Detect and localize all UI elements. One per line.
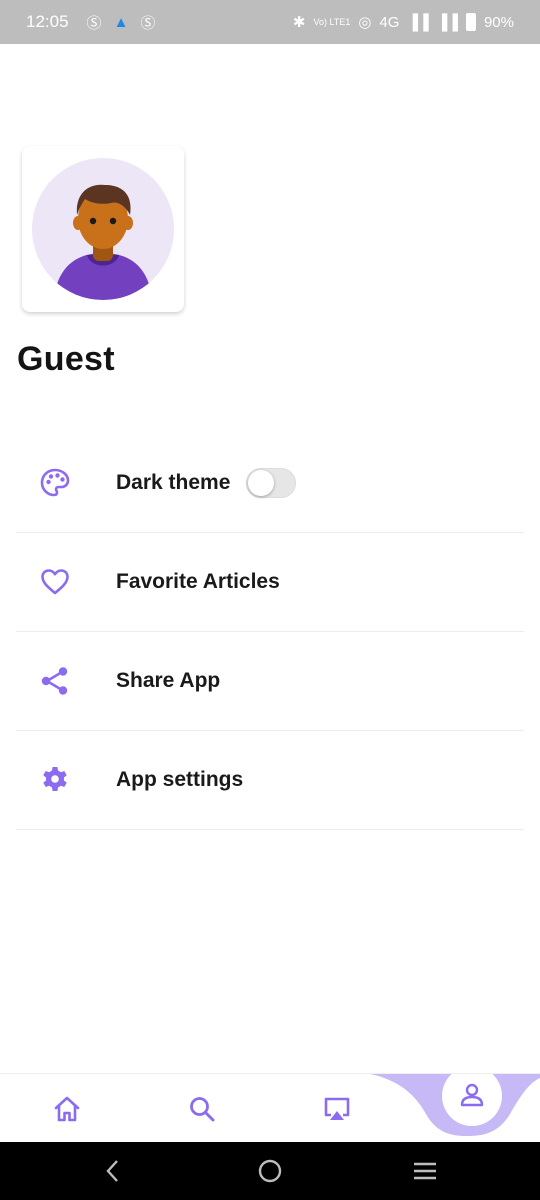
home-icon [54,1096,80,1122]
back-chevron-icon [106,1160,118,1182]
notification-triangle-icon: ▲ [113,13,129,31]
dark-theme-toggle[interactable] [246,468,297,498]
airplay-icon [324,1097,350,1120]
menu-item-label: Dark theme [116,471,231,494]
home-circle-icon [258,1159,282,1183]
battery-icon [465,13,476,31]
profile-name: Guest [17,340,115,378]
menu-item-label: Share App [116,669,221,692]
profile-icon [460,1083,484,1107]
menu-lines-icon [414,1162,436,1180]
status-bar: 12:05 Ⓢ ▲ Ⓢ ✱ Vo) LTE1 ◎ 4G ▐▐ ▐▐ 90% [0,0,540,44]
toggle-knob [248,470,275,496]
system-recents-button[interactable] [410,1156,440,1186]
notification-s-icon-2: Ⓢ [140,14,156,32]
gear-icon [16,764,96,796]
system-back-button[interactable] [98,1156,128,1186]
notification-s-icon: Ⓢ [86,14,102,32]
volte-indicator: Vo) LTE1 [313,16,351,27]
menu-item-label: App settings [116,768,244,791]
notification-icons: Ⓢ ▲ Ⓢ [87,12,156,33]
bluetooth-icon: ✱ [292,14,306,31]
battery-percent: 90% [483,13,514,31]
menu-item-favorite-articles[interactable]: Favorite Articles [16,533,524,632]
avatar-illustration-icon [32,158,174,300]
share-icon [16,665,96,697]
signal-icon: ▐▐ [407,13,429,31]
heart-icon [16,566,96,598]
nav-home-button[interactable] [50,1092,84,1126]
settings-menu: Dark theme Favorite Articles Share App A… [16,434,524,830]
system-navigation-bar [0,1142,540,1200]
nav-search-button[interactable] [185,1092,219,1126]
nav-cast-button[interactable] [320,1092,354,1126]
system-home-button[interactable] [255,1156,285,1186]
hotspot-icon: ◎ [358,14,372,31]
avatar[interactable] [22,146,184,312]
menu-item-label: Favorite Articles [116,570,280,593]
menu-item-share-app[interactable]: Share App [16,632,524,731]
nav-profile-button[interactable] [455,1078,489,1112]
signal-icon-2: ▐▐ [436,13,458,31]
bottom-navigation [0,1073,540,1142]
palette-icon [16,467,96,499]
status-time: 12:05 [26,12,69,31]
search-icon [190,1097,215,1122]
network-type: 4G [379,13,400,31]
menu-item-dark-theme[interactable]: Dark theme [16,434,524,533]
menu-item-app-settings[interactable]: App settings [16,731,524,830]
